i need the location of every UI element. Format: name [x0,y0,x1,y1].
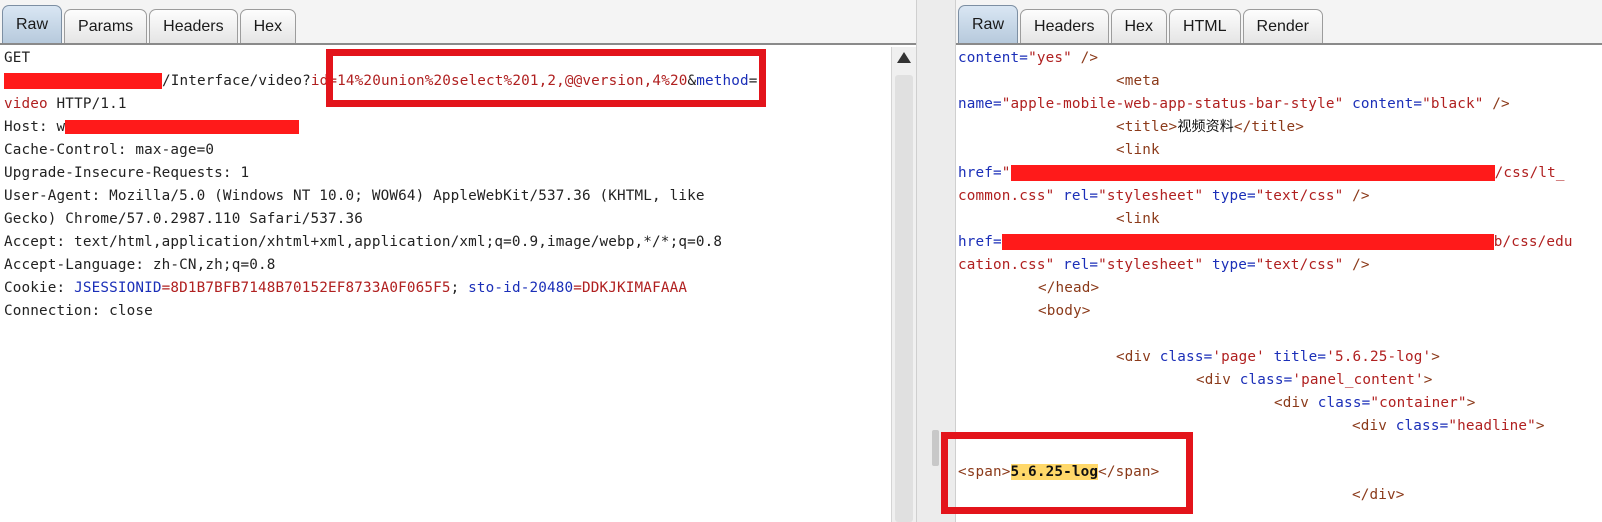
request-tab-bar: Raw Params Headers Hex [0,0,916,45]
response-line: <div class='page' title='5.6.25-log'> [1116,349,1441,365]
request-header-host: Host: w [4,116,300,138]
request-header: Accept: text/html,application/xhtml+xml,… [4,234,723,250]
response-line: <div class='panel_content'> [1196,372,1433,388]
response-line: href="/css/lt_ [958,165,1565,181]
request-header: User-Agent: Mozilla/5.0 (Windows NT 10.0… [4,188,705,204]
request-header: Cache-Control: max-age=0 [4,142,215,158]
redacted-host-value [65,120,300,134]
response-line: name="apple-mobile-web-app-status-bar-st… [958,96,1510,112]
response-line: common.css" rel="stylesheet" type="text/… [958,188,1370,204]
highlight-box-sqli-payload [326,49,766,107]
request-header: Gecko) Chrome/57.0.2987.110 Safari/537.3… [4,211,364,227]
request-line: video HTTP/1.1 [4,96,127,112]
response-line: <div class="container"> [1274,395,1476,411]
highlight-box-version-output [941,432,1193,514]
request-tab-raw[interactable]: Raw [2,5,63,44]
response-line: href= b/css/edu [958,234,1573,250]
response-tab-raw[interactable]: Raw [958,5,1019,44]
response-line: </div> [1352,487,1405,503]
response-line: <meta [1116,73,1160,89]
request-header-cookie: Cookie: JSESSIONID=8D1B7BFB7148B70152EF8… [4,280,688,296]
response-tab-html[interactable]: HTML [1168,9,1241,44]
response-tab-hex[interactable]: Hex [1110,9,1167,44]
request-header: Accept-Language: zh-CN,zh;q=0.8 [4,257,276,273]
response-line-title: <title>视频资料</title> [1116,119,1304,135]
response-tab-render[interactable]: Render [1242,9,1323,44]
response-line: cation.css" rel="stylesheet" type="text/… [958,257,1370,273]
request-header: Upgrade-Insecure-Requests: 1 [4,165,250,181]
request-editor[interactable]: GET /Interface/video?id=14%20union%20sel… [0,47,916,522]
response-tab-headers[interactable]: Headers [1020,9,1109,44]
request-tab-hex[interactable]: Hex [239,9,297,44]
scroll-up-arrow-icon[interactable] [897,52,911,63]
request-pane: Raw Params Headers Hex GET /Interface/vi… [0,0,916,522]
response-line: content="yes" /> [958,50,1099,66]
request-line: GET [4,50,31,66]
response-tab-bar: Raw Headers Hex HTML Render [956,0,1602,45]
request-header: Connection: close [4,303,153,319]
request-tab-headers[interactable]: Headers [149,9,238,44]
response-line: </head> [1038,280,1100,296]
response-line: <link [1116,142,1160,158]
response-line: <body> [1038,303,1091,319]
request-scrollbar[interactable] [891,47,916,522]
request-tab-params[interactable]: Params [64,9,148,44]
response-pane: Raw Headers Hex HTML Render content="yes… [941,0,1602,522]
scrollbar-thumb[interactable] [895,75,913,522]
redacted-url [1001,234,1494,250]
response-line: <div class="headline"> [1352,418,1545,434]
redacted-host-block [4,73,162,89]
response-line: <link [1116,211,1160,227]
redacted-url [1010,165,1495,181]
splitter-grip-icon[interactable] [932,430,939,466]
